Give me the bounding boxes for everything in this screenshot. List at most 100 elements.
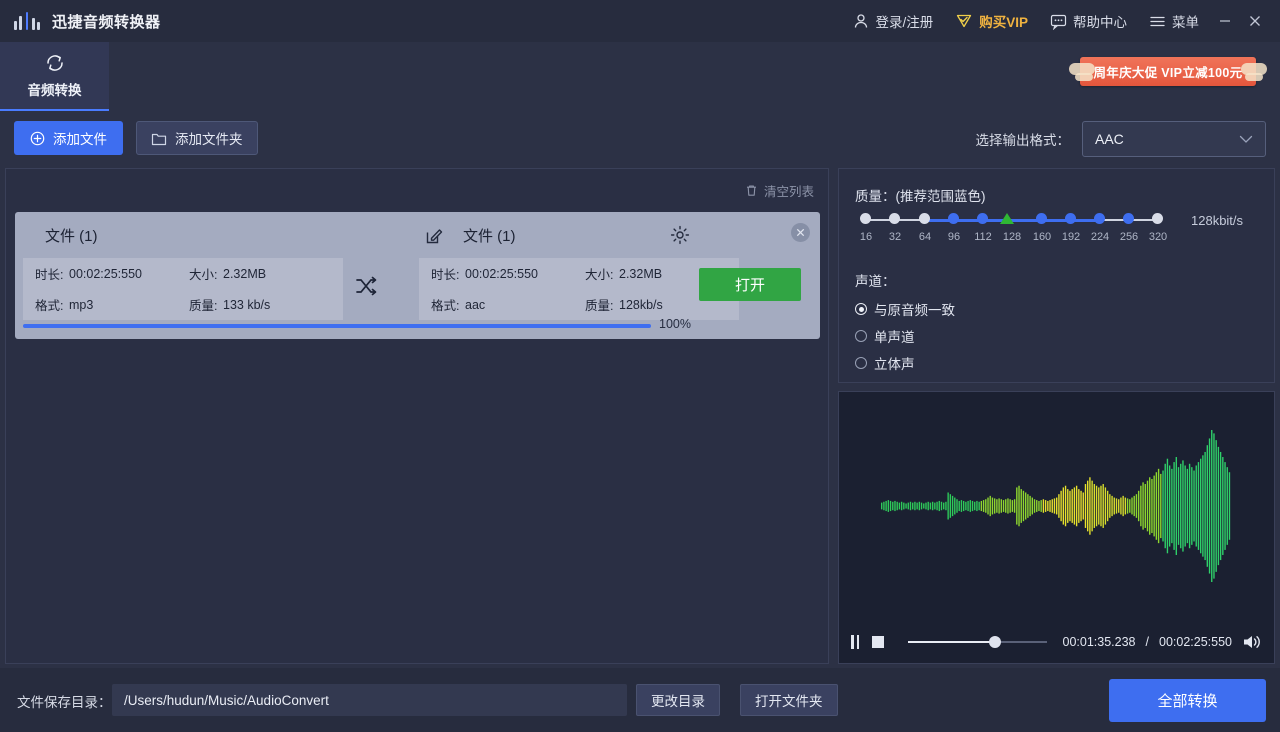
seek-fill	[908, 640, 996, 643]
radio-label: 与原音频一致	[874, 303, 955, 318]
quality-tick-labels: 16 32 64 96 112 128 160 192 224 256 320	[855, 231, 1167, 247]
app-window: 迅捷音频转换器 登录/注册 购买VIP 帮助中心 菜单 音频转换 周年庆大促 V…	[0, 0, 1280, 732]
slider-dot-160[interactable]	[1036, 213, 1047, 224]
tab-audio-convert-label: 音频转换	[27, 83, 82, 98]
menu-button[interactable]: 菜单	[1138, 0, 1210, 42]
tick-label: 192	[1061, 231, 1081, 243]
radio-label: 立体声	[874, 357, 915, 372]
slider-dot-16[interactable]	[860, 213, 871, 224]
quality-slider[interactable]	[855, 213, 1165, 227]
slider-dot-96[interactable]	[948, 213, 959, 224]
refresh-icon	[44, 52, 66, 74]
save-directory-input[interactable]	[112, 684, 627, 716]
volume-icon	[1244, 635, 1260, 648]
slider-dot-224[interactable]	[1094, 213, 1105, 224]
buy-vip-button[interactable]: 购买VIP	[944, 0, 1039, 42]
slider-dot-320[interactable]	[1152, 213, 1163, 224]
seek-handle[interactable]	[989, 635, 1002, 648]
tick-label: 112	[974, 231, 992, 243]
minimize-icon	[1220, 20, 1230, 22]
vip-shield-icon	[955, 12, 973, 30]
tick-label: 96	[947, 231, 961, 243]
target-meta: 时长: 00:02:25:550 大小: 2.32MB 格式: aac 质量: …	[419, 258, 739, 320]
file-card-body: 时长: 00:02:25:550 大小: 2.32MB 格式: mp3 质量: …	[15, 258, 820, 320]
bottom-bar: 文件保存目录： 更改目录 打开文件夹 全部转换	[0, 668, 1280, 732]
output-format-select[interactable]: AAC	[1082, 121, 1266, 157]
radio-channel-mono[interactable]: 单声道	[855, 326, 915, 346]
save-directory-label: 文件保存目录：	[17, 695, 112, 710]
promo-banner[interactable]: 周年庆大促 VIP立减100元	[1069, 53, 1267, 89]
size-label: 大小:	[189, 268, 218, 282]
source-meta-row-1: 时长: 00:02:25:550 大小: 2.32MB	[23, 258, 343, 289]
tick-label: 224	[1090, 231, 1110, 243]
settings-panel: 质量：(推荐范围蓝色) 16 32 64 96 112 128 160 192	[838, 168, 1275, 383]
login-button[interactable]: 登录/注册	[842, 0, 944, 42]
clear-list-button[interactable]: 清空列表	[745, 181, 814, 200]
target-size-value: 2.32MB	[619, 266, 663, 281]
pause-button[interactable]	[851, 634, 862, 649]
open-file-button[interactable]: 打开	[699, 268, 801, 301]
login-label: 登录/注册	[875, 15, 934, 30]
current-time: 00:01:35.238	[1062, 634, 1136, 649]
open-folder-button[interactable]: 打开文件夹	[740, 684, 838, 716]
help-center-button[interactable]: 帮助中心	[1039, 0, 1138, 42]
titlebar-actions: 登录/注册 购买VIP 帮助中心 菜单	[842, 0, 1280, 42]
tab-audio-convert[interactable]: 音频转换	[0, 42, 109, 111]
channel-title: 声道：	[855, 274, 896, 289]
audio-waveform	[881, 430, 1231, 582]
slider-handle-128[interactable]	[1000, 213, 1014, 224]
gear-icon[interactable]	[670, 225, 690, 250]
slider-dot-256[interactable]	[1123, 213, 1134, 224]
add-file-button[interactable]: 添加文件	[14, 121, 123, 155]
radio-icon	[855, 330, 867, 342]
tick-label: 16	[859, 231, 873, 243]
convert-all-button[interactable]: 全部转换	[1109, 679, 1266, 722]
close-icon	[796, 228, 805, 237]
app-logo-icon	[14, 12, 40, 30]
shuffle-icon[interactable]	[355, 276, 377, 301]
source-meta: 时长: 00:02:25:550 大小: 2.32MB 格式: mp3 质量: …	[23, 258, 343, 320]
format-label: 格式:	[431, 299, 460, 313]
hamburger-menu-icon	[1149, 13, 1166, 30]
output-format-value: AAC	[1095, 131, 1124, 147]
edit-icon[interactable]	[425, 226, 444, 250]
file-card-header: 文件 (1) 文件 (1)	[15, 212, 820, 258]
file-list-panel: 清空列表 文件 (1) 文件 (1) 时长: 00:02:25:550 大小: …	[5, 168, 829, 664]
add-file-label: 添加文件	[53, 132, 107, 147]
stop-icon	[872, 635, 884, 648]
tick-label: 256	[1119, 231, 1139, 243]
minimize-button[interactable]	[1210, 0, 1240, 42]
time-separator: /	[1145, 634, 1149, 649]
quality-title: 质量：(推荐范围蓝色)	[855, 189, 986, 204]
quality-label: 质量:	[585, 299, 614, 313]
buy-vip-label: 购买VIP	[979, 15, 1028, 30]
output-format-group: 选择输出格式： AAC	[976, 121, 1266, 157]
stop-button[interactable]	[872, 635, 884, 648]
app-title: 迅捷音频转换器	[52, 13, 161, 31]
tick-label: 128	[1002, 231, 1022, 243]
quality-label: 质量:	[189, 299, 218, 313]
slider-dot-32[interactable]	[889, 213, 900, 224]
slider-dot-112[interactable]	[977, 213, 988, 224]
bitrate-value: 128kbit/s	[1191, 213, 1244, 228]
conversion-progress-text: 100%	[659, 317, 691, 331]
player-panel: 00:01:35.238 / 00:02:25:550	[838, 391, 1275, 664]
tab-bar: 音频转换 周年庆大促 VIP立减100元	[0, 42, 1280, 111]
radio-icon-selected	[855, 303, 867, 315]
radio-channel-stereo[interactable]: 立体声	[855, 353, 915, 373]
slider-dot-64[interactable]	[919, 213, 930, 224]
close-button[interactable]	[1240, 0, 1270, 42]
target-quality-value: 128kb/s	[619, 297, 663, 312]
change-directory-button[interactable]: 更改目录	[636, 684, 720, 716]
file-card[interactable]: 文件 (1) 文件 (1) 时长: 00:02:25:550 大小: 2.32M…	[15, 212, 820, 339]
add-folder-button[interactable]: 添加文件夹	[136, 121, 258, 155]
file-card-footer: 100%	[15, 317, 820, 339]
close-icon	[1250, 16, 1260, 26]
cloud-decor-icon	[1075, 73, 1093, 81]
slider-dot-192[interactable]	[1065, 213, 1076, 224]
seek-slider[interactable]	[908, 635, 1047, 649]
volume-button[interactable]	[1242, 633, 1262, 651]
radio-channel-same-as-source[interactable]: 与原音频一致	[855, 299, 955, 319]
remove-file-button[interactable]	[791, 223, 810, 242]
player-controls: 00:01:35.238 / 00:02:25:550	[839, 620, 1274, 663]
